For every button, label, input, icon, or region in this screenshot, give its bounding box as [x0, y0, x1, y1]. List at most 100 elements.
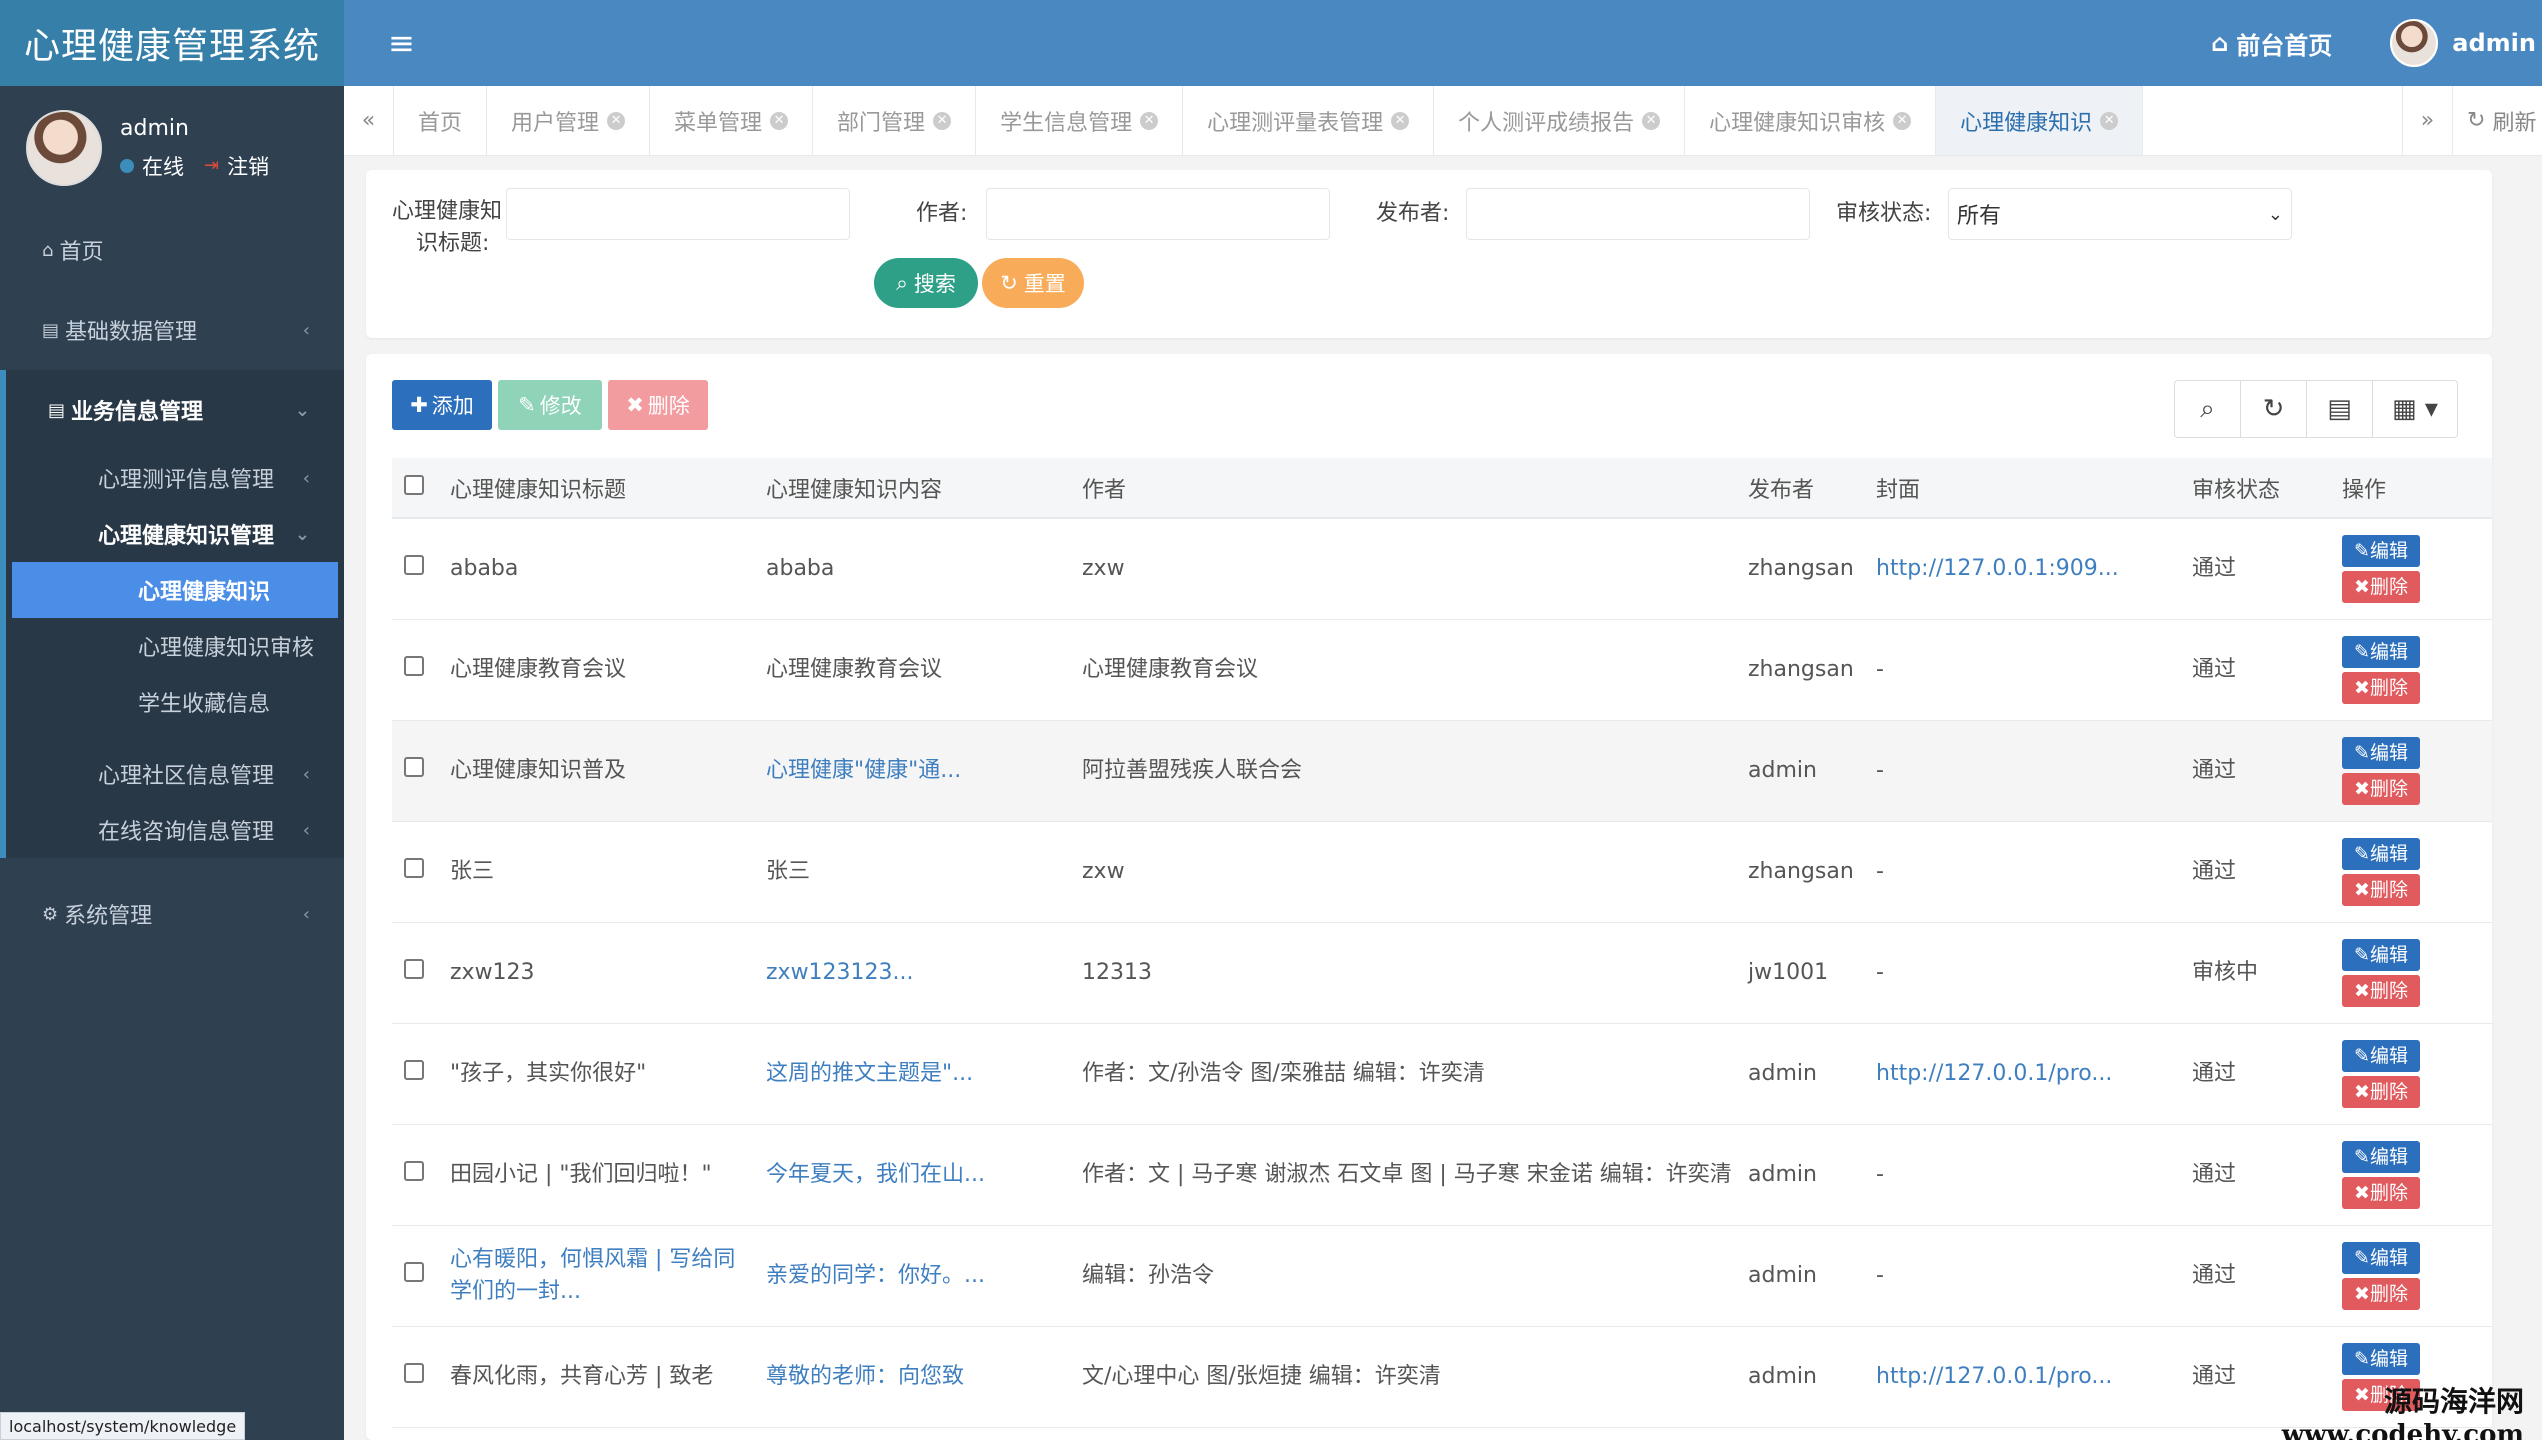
delete-button[interactable]: ✖ 删除 — [608, 380, 708, 430]
cell-content[interactable]: 心理健康"健康"通... — [754, 720, 1070, 822]
row-checkbox[interactable] — [404, 655, 424, 676]
sidebar-item-knowledge-review[interactable]: 心理健康知识审核 — [12, 618, 338, 674]
logout-icon[interactable]: ⇥ — [204, 155, 219, 176]
title-search-input[interactable] — [506, 188, 850, 240]
sidebar-item-knowledge-mgmt[interactable]: 心理健康知识管理 ⌄ — [6, 506, 344, 562]
table-row[interactable]: 心理健康教育会议 心理健康教育会议 心理健康教育会议 zhangsan - 通过 ✎ 编辑 ✖ 删… — [392, 619, 2492, 721]
row-checkbox[interactable] — [404, 958, 424, 979]
table-row[interactable]: 张三 张三 zxw zhangsan - 通过 ✎ 编辑 ✖ 删除 — [392, 821, 2492, 923]
row-delete-button[interactable]: ✖ 删除 — [2342, 671, 2420, 704]
row-checkbox[interactable] — [404, 1160, 424, 1181]
row-edit-button[interactable]: ✎ 编辑 — [2342, 837, 2420, 870]
cell-cover[interactable]: http://127.0.0.1:909... — [1864, 518, 2180, 620]
menu-toggle-icon[interactable]: ≡ — [388, 24, 415, 62]
row-edit-button[interactable]: ✎ 编辑 — [2342, 1241, 2420, 1274]
cell-cover[interactable]: http://127.0.0.1/pro... — [1864, 1023, 2180, 1125]
front-home-link[interactable]: ⌂ 前台首页 — [2211, 26, 2332, 61]
table-row[interactable]: 心理健康知识普及 心理健康"健康"通... 阿拉善盟残疾人联合会 admin - 通过 ✎ 编… — [392, 720, 2492, 822]
table-columns-icon[interactable]: ▦ ▾ — [2373, 381, 2457, 437]
row-edit-button[interactable]: ✎ 编辑 — [2342, 534, 2420, 567]
publisher-search-input[interactable] — [1466, 188, 1810, 240]
sidebar-item-community[interactable]: 心理社区信息管理 ‹ — [6, 746, 344, 802]
select-all-checkbox[interactable] — [404, 474, 424, 495]
header-content[interactable]: 心理健康知识内容 — [754, 458, 1070, 519]
table-row[interactable]: ababa ababa zxw zhangsan http://127.0.0.1:90… — [392, 518, 2492, 620]
table-row[interactable]: zxw123 zxw123123... 12313 jw1001- 审核中 ✎ 编辑 ✖ 删除 — [392, 922, 2492, 1024]
header-title[interactable]: 心理健康知识标题 — [438, 458, 754, 519]
header-cover[interactable]: 封面 — [1864, 458, 2180, 519]
row-checkbox[interactable] — [404, 756, 424, 777]
header-publisher[interactable]: 发布者 — [1736, 458, 1864, 519]
close-icon[interactable]: ✕ — [1893, 111, 1912, 130]
table-row[interactable]: 春风化雨，共育心芳 | 致老 尊敬的老师：向您致 文/心理中心 图/张烜捷 编辑：许… — [392, 1326, 2492, 1428]
close-icon[interactable]: ✕ — [607, 111, 626, 130]
edit-button[interactable]: ✎ 修改 — [498, 380, 602, 430]
row-edit-button[interactable]: ✎ 编辑 — [2342, 938, 2420, 971]
sidebar-item-system[interactable]: ⚙ 系统管理 ‹ — [0, 874, 344, 954]
close-icon[interactable]: ✕ — [2100, 111, 2119, 130]
cell-cover[interactable]: http://127.0.0.1/pro... — [1864, 1326, 2180, 1428]
tab-dept-mgmt[interactable]: 部门管理 ✕ — [813, 86, 977, 155]
row-delete-button[interactable]: ✖ 删除 — [2342, 570, 2420, 603]
tab-scroll-left-icon[interactable]: « — [344, 86, 394, 155]
close-icon[interactable]: ✕ — [933, 111, 952, 130]
sidebar-item-favorites[interactable]: 学生收藏信息 — [12, 674, 338, 730]
table-row[interactable]: "孩子，其实你很好" 这周的推文主题是"... 作者：文/孙浩令 图/栾雅喆 编辑：… — [392, 1023, 2492, 1125]
row-edit-button[interactable]: ✎ 编辑 — [2342, 736, 2420, 769]
row-edit-button[interactable]: ✎ 编辑 — [2342, 1039, 2420, 1072]
row-edit-button[interactable]: ✎ 编辑 — [2342, 635, 2420, 668]
close-icon[interactable]: ✕ — [1140, 111, 1159, 130]
close-icon[interactable]: ✕ — [1391, 111, 1410, 130]
row-delete-button[interactable]: ✖ 删除 — [2342, 1176, 2420, 1209]
table-row[interactable]: 田园小记 | "我们回归啦！" 今年夏天，我们在山... 作者：文 | 马子寒 谢淑… — [392, 1124, 2492, 1226]
cell-title[interactable]: 心有暖阳，何惧风霜 | 写给同学们的一封... — [438, 1225, 754, 1327]
add-button[interactable]: ✚ 添加 — [392, 380, 492, 430]
avatar[interactable] — [26, 110, 102, 186]
row-edit-button[interactable]: ✎ 编辑 — [2342, 1140, 2420, 1173]
row-checkbox[interactable] — [404, 1362, 424, 1383]
sidebar-item-eval-info[interactable]: 心理测评信息管理 ‹ — [6, 450, 344, 506]
row-checkbox[interactable] — [404, 1059, 424, 1080]
tab-score-report[interactable]: 个人测评成绩报告 ✕ — [1434, 86, 1686, 155]
row-checkbox[interactable] — [404, 857, 424, 878]
table-toggle-view-icon[interactable]: ▤ — [2307, 381, 2373, 437]
close-icon[interactable]: ✕ — [770, 111, 789, 130]
tab-home[interactable]: 首页 — [394, 86, 488, 155]
row-delete-button[interactable]: ✖ 删除 — [2342, 1075, 2420, 1108]
sidebar-item-base-data[interactable]: ▤ 基础数据管理 ‹ — [0, 290, 344, 370]
cell-content[interactable]: 今年夏天，我们在山... — [754, 1124, 1070, 1226]
table-refresh-icon[interactable]: ↻ — [2241, 381, 2307, 437]
cell-content[interactable]: zxw123123... — [754, 922, 1070, 1024]
table-row[interactable]: 心有暖阳，何惧风霜 | 写给同学们的一封... 亲爱的同学：你好。... 编辑：孙浩… — [392, 1225, 2492, 1327]
header-status[interactable]: 审核状态 — [2180, 458, 2330, 519]
search-button[interactable]: ⌕ 搜索 — [874, 258, 978, 308]
tab-knowledge[interactable]: 心理健康知识 ✕ — [1936, 86, 2144, 155]
row-delete-button[interactable]: ✖ 删除 — [2342, 772, 2420, 805]
row-checkbox[interactable] — [404, 1261, 424, 1282]
tab-student-mgmt[interactable]: 学生信息管理 ✕ — [976, 86, 1184, 155]
status-select[interactable]: 所有 ⌄ — [1948, 188, 2292, 240]
row-edit-button[interactable]: ✎ 编辑 — [2342, 1342, 2420, 1375]
sidebar-item-consult[interactable]: 在线咨询信息管理 ‹ — [6, 802, 344, 858]
reset-button[interactable]: ↻ 重置 — [982, 258, 1084, 308]
close-icon[interactable]: ✕ — [1642, 111, 1661, 130]
top-user-name[interactable]: admin — [2452, 29, 2536, 57]
tab-user-mgmt[interactable]: 用户管理 ✕ — [487, 86, 651, 155]
tab-knowledge-review[interactable]: 心理健康知识审核 ✕ — [1685, 86, 1937, 155]
tab-scale-mgmt[interactable]: 心理测评量表管理 ✕ — [1183, 86, 1435, 155]
row-delete-button[interactable]: ✖ 删除 — [2342, 974, 2420, 1007]
tab-scroll-right-icon[interactable]: » — [2402, 86, 2452, 155]
row-delete-button[interactable]: ✖ 删除 — [2342, 1277, 2420, 1310]
sidebar-item-home[interactable]: ⌂ 首页 — [0, 210, 344, 290]
author-search-input[interactable] — [986, 188, 1330, 240]
row-delete-button[interactable]: ✖ 删除 — [2342, 873, 2420, 906]
table-search-icon[interactable]: ⌕ — [2175, 381, 2241, 437]
logout-link[interactable]: 注销 — [227, 151, 269, 181]
header-author[interactable]: 作者 — [1070, 458, 1736, 519]
cell-content[interactable]: 这周的推文主题是"... — [754, 1023, 1070, 1125]
cell-content[interactable]: 亲爱的同学：你好。... — [754, 1225, 1070, 1327]
sidebar-item-knowledge[interactable]: 心理健康知识 — [12, 562, 338, 618]
refresh-tab-button[interactable]: ↻ 刷新 — [2452, 86, 2542, 155]
sidebar-item-business[interactable]: ▤ 业务信息管理 ⌄ — [6, 370, 344, 450]
cell-content[interactable]: 尊敬的老师：向您致 — [754, 1326, 1070, 1428]
